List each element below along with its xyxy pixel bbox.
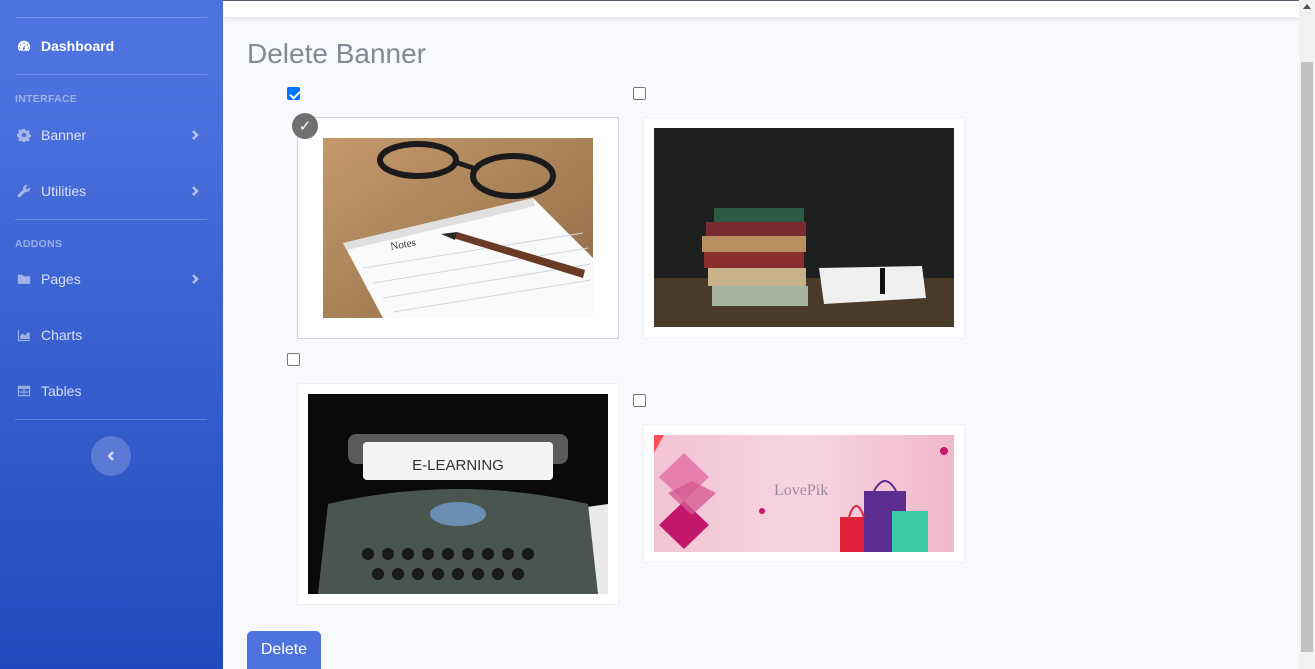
- sidebar-item-utilities[interactable]: Utilities: [0, 173, 223, 209]
- sidebar-divider: [15, 219, 207, 220]
- banner-checkbox[interactable]: [633, 87, 646, 100]
- tachometer-icon: [16, 38, 32, 54]
- banner-checkbox[interactable]: [287, 87, 300, 100]
- chevron-right-icon: [189, 128, 203, 142]
- sidebar-item-dashboard[interactable]: Dashboard: [0, 28, 223, 64]
- chevron-right-icon: [189, 184, 203, 198]
- sidebar-heading-interface: INTERFACE: [15, 93, 78, 105]
- sidebar-item-label: Charts: [41, 327, 83, 343]
- sidebar: Dashboard INTERFACE Banner Utilities ADD…: [0, 0, 223, 669]
- delete-button[interactable]: Delete: [247, 631, 321, 669]
- table-icon: [16, 383, 32, 399]
- banner-image-notebook: Notes: [323, 138, 593, 318]
- banner-image-shopping: LovePik: [654, 435, 954, 552]
- banner-image-typewriter: E-LEARNING: [308, 394, 608, 594]
- banner-image-books: [654, 128, 954, 327]
- lovepik-text: LovePik: [774, 482, 828, 499]
- sidebar-item-pages[interactable]: Pages: [0, 261, 223, 297]
- sidebar-toggle-button[interactable]: [91, 436, 131, 476]
- sidebar-divider: [15, 419, 207, 420]
- sidebar-item-label: Tables: [41, 383, 82, 399]
- sidebar-item-label: Banner: [41, 127, 87, 143]
- scrollbar[interactable]: [1299, 0, 1315, 669]
- check-icon: ✓: [292, 113, 318, 139]
- page-title: Delete Banner: [247, 38, 427, 69]
- area-chart-icon: [16, 327, 32, 343]
- gear-icon: [16, 127, 32, 143]
- chevron-left-icon: [107, 451, 114, 461]
- banner-checkbox[interactable]: [633, 394, 646, 407]
- scrollbar-thumb[interactable]: [1301, 62, 1313, 652]
- sidebar-heading-addons: ADDONS: [15, 238, 63, 250]
- topbar: [223, 0, 1299, 17]
- sidebar-divider: [15, 74, 207, 75]
- e-learning-text: E-LEARNING: [412, 457, 504, 474]
- wrench-icon: [16, 183, 32, 199]
- folder-icon: [16, 271, 32, 287]
- sidebar-item-banner[interactable]: Banner: [0, 117, 223, 153]
- banner-checkbox[interactable]: [287, 353, 300, 366]
- sidebar-item-label: Pages: [41, 271, 81, 287]
- scroll-up-arrow-icon[interactable]: [1303, 4, 1311, 9]
- sidebar-item-tables[interactable]: Tables: [0, 373, 223, 409]
- sidebar-divider: [15, 17, 207, 18]
- chevron-right-icon: [189, 272, 203, 286]
- sidebar-item-label: Utilities: [41, 183, 87, 199]
- sidebar-item-label: Dashboard: [41, 38, 115, 54]
- sidebar-item-charts[interactable]: Charts: [0, 317, 223, 353]
